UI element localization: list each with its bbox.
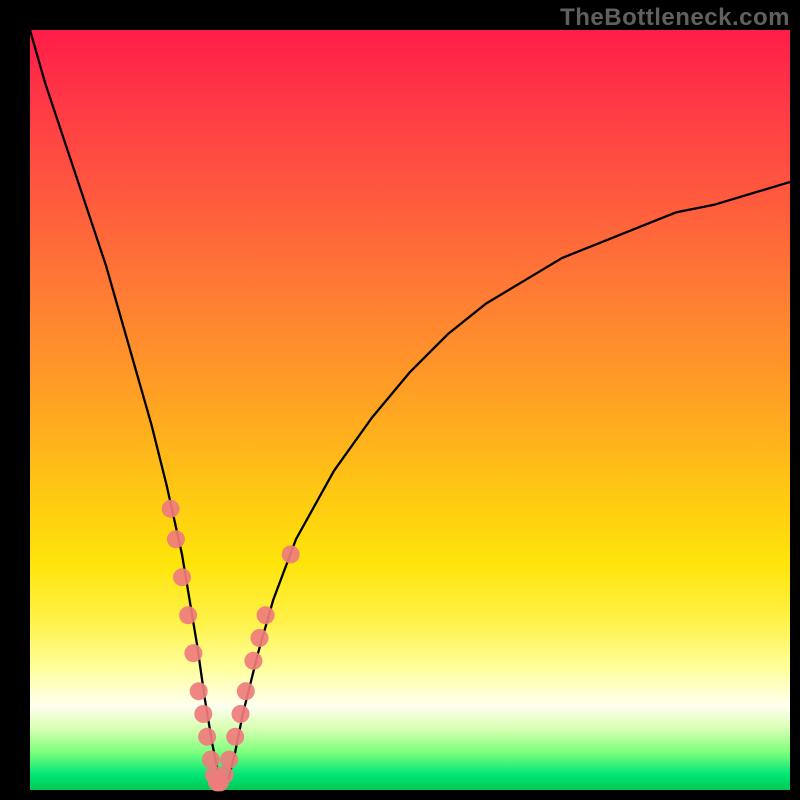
chart-svg — [30, 30, 790, 790]
data-dot — [220, 751, 238, 769]
watermark-text: TheBottleneck.com — [560, 4, 790, 32]
data-dot — [232, 705, 250, 723]
data-dot — [226, 728, 244, 746]
data-dot — [216, 766, 234, 784]
data-dot — [179, 606, 197, 624]
data-dot — [167, 530, 185, 548]
right-arm-dots — [216, 545, 300, 783]
bottleneck-curve — [30, 30, 790, 782]
left-arm-dots — [162, 500, 229, 792]
data-dot — [251, 629, 269, 647]
data-dot — [202, 751, 220, 769]
data-dot — [190, 682, 208, 700]
data-dot — [198, 728, 216, 746]
chart-frame: TheBottleneck.com — [0, 0, 800, 800]
data-dot — [184, 644, 202, 662]
data-dot — [237, 682, 255, 700]
data-dot — [162, 500, 180, 518]
data-dot — [244, 652, 262, 670]
data-dot — [173, 568, 191, 586]
plot-area — [30, 30, 790, 790]
data-dot — [257, 606, 275, 624]
data-dot — [282, 545, 300, 563]
data-dot — [194, 705, 212, 723]
